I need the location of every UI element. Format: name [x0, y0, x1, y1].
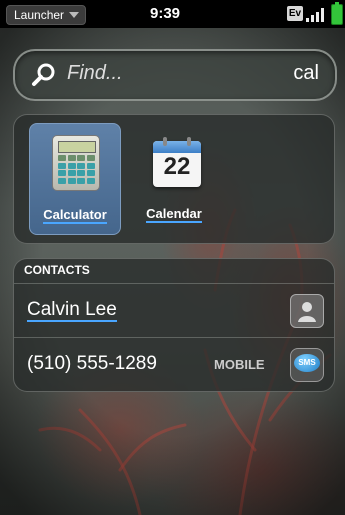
contact-phone: (510) 555-1289 — [27, 353, 157, 374]
search-query-text: cal — [293, 62, 319, 84]
contact-phone-row[interactable]: (510) 555-1289 MOBILE SMS — [14, 339, 334, 391]
app-results-panel: Calculator 22 Calendar — [13, 114, 335, 244]
app-menu-button[interactable]: Launcher — [6, 5, 87, 25]
calendar-icon: 22 — [153, 137, 201, 187]
app-calendar-label: Calendar — [146, 206, 202, 223]
person-icon — [298, 302, 316, 322]
status-bar: Launcher 9:39 Ev — [0, 0, 345, 28]
contact-name: Calvin Lee — [27, 299, 117, 322]
contact-name-row[interactable]: Calvin Lee — [14, 285, 334, 337]
contacts-panel: CONTACTS Calvin Lee (510) 555-1289 MOBIL… — [13, 258, 335, 392]
search-input[interactable]: Find... cal — [13, 49, 337, 101]
calculator-icon — [52, 135, 100, 191]
contacts-header: CONTACTS — [24, 263, 90, 277]
divider — [14, 337, 334, 338]
sms-icon: SMS — [294, 354, 320, 372]
network-badge: Ev — [287, 6, 303, 21]
signal-bars-icon — [306, 6, 328, 22]
app-calculator-label: Calculator — [43, 207, 107, 224]
divider — [14, 283, 334, 284]
clock: 9:39 — [150, 5, 181, 22]
contact-card-button[interactable] — [290, 294, 324, 328]
app-menu-label: Launcher — [14, 8, 65, 22]
sms-button[interactable]: SMS — [290, 348, 324, 382]
calendar-date-number: 22 — [163, 153, 191, 180]
app-calendar[interactable]: 22 Calendar — [129, 123, 219, 233]
magnifier-icon — [32, 63, 55, 86]
chevron-down-icon — [69, 12, 80, 18]
search-placeholder: Find... — [67, 62, 123, 84]
battery-icon — [331, 2, 343, 25]
app-calculator[interactable]: Calculator — [29, 123, 121, 235]
contact-phone-type: MOBILE — [214, 357, 265, 372]
